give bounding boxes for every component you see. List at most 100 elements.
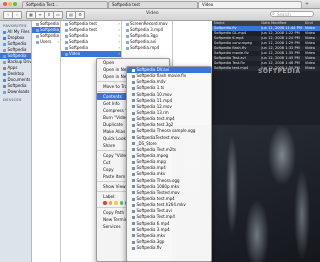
video-file-icon — [132, 185, 135, 189]
menu-item-label: Label: — [103, 194, 116, 199]
video-file-icon — [132, 86, 135, 90]
folder-icon — [3, 72, 6, 76]
menu-item-label: Cut — [103, 160, 111, 165]
menu-item-label: Copy — [103, 167, 114, 172]
search-input[interactable]: Search — [270, 11, 314, 17]
video-file-icon — [132, 246, 135, 250]
contents-submenu: Softpedia DV.avi Softpedia flash movie.fl… — [126, 66, 212, 262]
column-row[interactable]: Video › — [61, 51, 121, 57]
video-file-icon — [132, 123, 135, 127]
chevron-right-icon: › — [57, 39, 59, 44]
column-row-label: Users — [40, 39, 52, 44]
video-file-icon — [132, 222, 135, 226]
folder-icon — [36, 34, 39, 38]
video-file-icon — [132, 148, 135, 152]
folder-icon — [65, 34, 68, 38]
folder-icon — [65, 40, 68, 44]
action-gear-button[interactable]: ⚙ — [75, 11, 85, 19]
video-file-icon — [132, 99, 135, 103]
menu-item-label: Paste Item — [103, 174, 126, 179]
video-file-icon — [132, 234, 135, 238]
video-file-icon — [132, 166, 135, 170]
window-title: Video — [146, 11, 159, 16]
softpedia-watermark: SOFTPEDIA — [258, 68, 301, 75]
folder-icon — [3, 48, 6, 52]
toolbar: ‹ › ▦ ≡ ⫴ ▭ ▤ ⚙ Video Search — [0, 9, 320, 21]
menu-item-label: Duplicate — [103, 122, 123, 127]
sidebar: FAVORITES All My Files Dropbox Softpedia So… — [0, 21, 32, 262]
video-file-icon — [132, 172, 135, 176]
video-file-icon — [132, 203, 135, 207]
folder-icon — [3, 42, 6, 46]
list-cell: Video — [304, 66, 315, 70]
minimize-window-button[interactable] — [8, 2, 12, 6]
sidebar-favorites-header: FAVORITES — [3, 24, 27, 28]
video-file-icon — [132, 93, 135, 97]
folder-icon — [3, 60, 6, 64]
sidebar-favorites-list: All My Files Dropbox Softpedia Softpedia Sof… — [0, 29, 31, 95]
menu-item-label: Make Alias — [103, 129, 126, 134]
video-file-icon — [132, 117, 135, 121]
video-file-icon — [132, 209, 135, 213]
video-file-icon — [132, 105, 135, 109]
folder-icon — [65, 28, 68, 32]
tab-bar: Softpedia Test... Softpedia test Video + — [0, 0, 320, 9]
new-tab-plus-icon[interactable]: + — [302, 1, 312, 7]
tab-softpedia-test-2[interactable]: Softpedia test — [108, 1, 198, 8]
zoom-window-button[interactable] — [13, 2, 17, 6]
video-file-icon — [132, 215, 135, 219]
video-file-icon — [132, 197, 135, 201]
label-color-dot[interactable] — [103, 201, 107, 205]
video-file-icon — [132, 240, 135, 244]
video-file-icon — [132, 154, 135, 158]
video-file-icon — [132, 136, 135, 140]
folder-icon — [36, 28, 39, 32]
list-rows: Softpedia.flv Jun 11, 2008 11:44 PM Video S… — [212, 26, 320, 71]
column-row-label: Softpedia.mp4 — [130, 45, 160, 50]
video-file-icon — [132, 228, 135, 232]
submenu-item-label: Softpedia.flv — [136, 245, 162, 251]
column-row[interactable]: Users › — [32, 39, 60, 45]
video-file-icon — [132, 142, 135, 146]
folder-icon — [126, 28, 129, 32]
menu-item-label: Copy Path — [103, 210, 125, 215]
folder-icon — [126, 46, 129, 50]
column-row-label: Video — [69, 51, 81, 56]
label-color-dot[interactable] — [108, 201, 112, 205]
folder-icon — [3, 78, 6, 82]
video-file-icon — [132, 68, 135, 72]
gallery-view-button[interactable]: ▭ — [53, 11, 63, 19]
finder-window: Softpedia Test... Softpedia test Video +… — [0, 0, 320, 262]
folder-icon — [3, 66, 6, 70]
video-file-icon — [132, 111, 135, 115]
menu-item-label: Get Info — [103, 101, 120, 106]
folder-icon — [65, 46, 68, 50]
menu-item[interactable]: Open — [97, 59, 169, 66]
folder-icon — [3, 36, 6, 40]
column-1: Softpedia testB›Softpedia_files›Softpedi… — [32, 21, 61, 262]
folder-icon — [36, 22, 39, 26]
list-cell: Softpedia test.mp4 — [214, 66, 249, 70]
menu-item-label: Open — [103, 60, 115, 65]
sidebar-devices-header: DEVICES — [3, 98, 22, 102]
folder-icon — [3, 90, 6, 94]
label-color-dot[interactable] — [114, 201, 118, 205]
folder-icon — [65, 52, 68, 56]
video-file-icon — [132, 179, 135, 183]
chevron-right-icon: › — [118, 51, 120, 56]
video-file-icon — [132, 191, 135, 195]
folder-icon — [126, 40, 129, 44]
folder-icon — [126, 22, 129, 26]
sidebar-item-label: Downloads — [7, 89, 30, 94]
forward-button[interactable]: › — [12, 11, 22, 19]
tab-video[interactable]: Video — [198, 1, 302, 8]
column-row[interactable]: Softpedia.mp4 — [122, 45, 172, 51]
close-window-button[interactable] — [3, 2, 7, 6]
video-file-icon — [132, 129, 135, 133]
folder-icon — [3, 30, 6, 34]
folder-icon — [36, 40, 39, 44]
label-color-dot[interactable] — [119, 201, 123, 205]
tab-softpedia-test-1[interactable]: Softpedia Test... — [22, 1, 108, 8]
menu-item-label: Share — [103, 143, 116, 148]
submenu-item[interactable]: Softpedia.flv — [127, 245, 211, 251]
